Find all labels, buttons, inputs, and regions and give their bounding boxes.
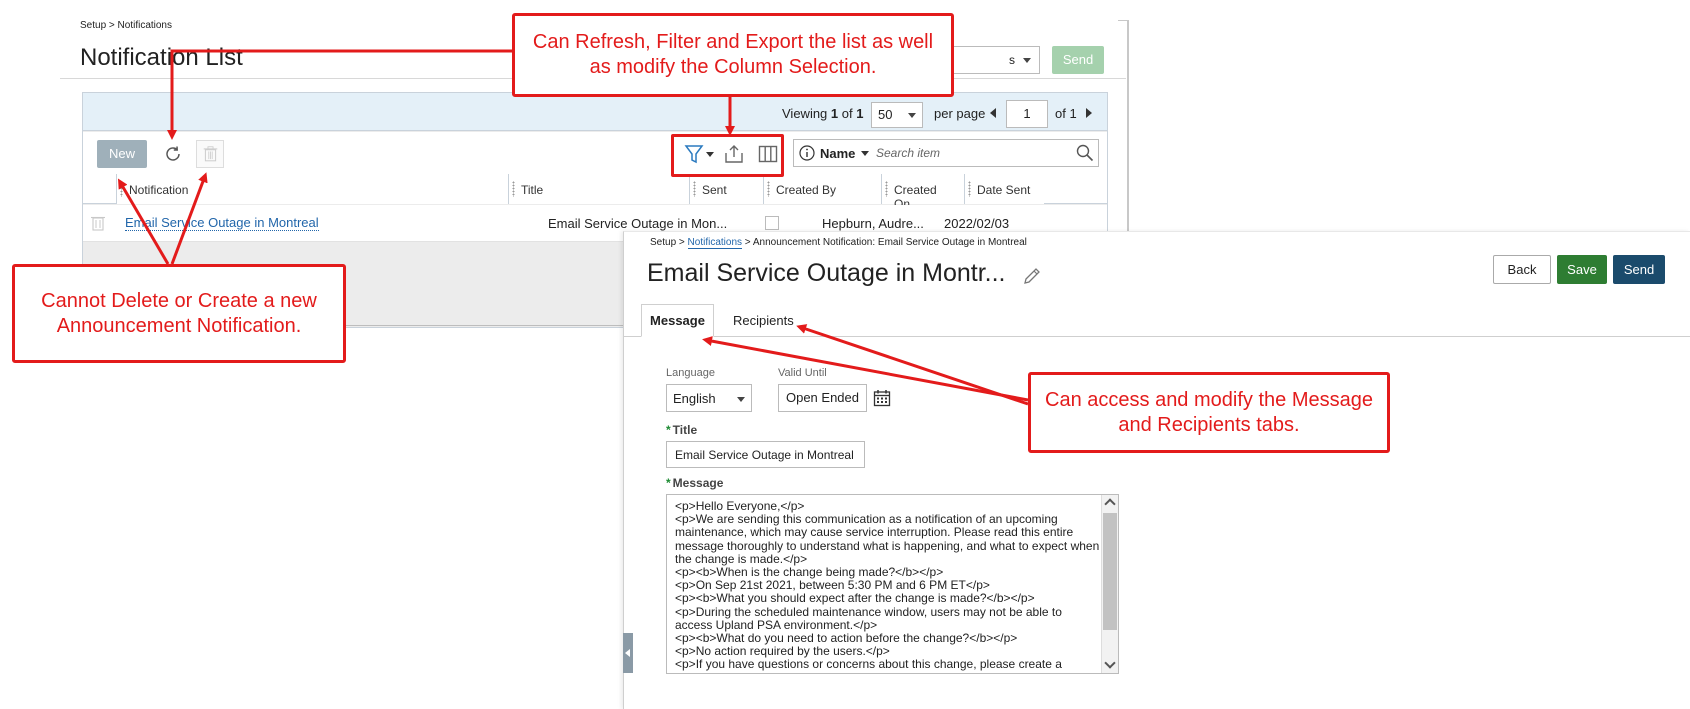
- info-icon[interactable]: [799, 145, 815, 161]
- title-label-text: Title: [672, 423, 698, 437]
- title-input[interactable]: Email Service Outage in Montreal: [666, 441, 865, 468]
- page-title: Email Service Outage in Montr...: [647, 259, 1006, 287]
- breadcrumb-current: > Announcement Notification: Email Servi…: [742, 237, 1027, 248]
- page-number-input[interactable]: 1: [1006, 100, 1048, 128]
- column-header-title[interactable]: Title: [508, 174, 689, 204]
- tab-message[interactable]: Message: [641, 304, 714, 337]
- chevron-up-icon[interactable]: [1104, 498, 1116, 510]
- language-select[interactable]: English: [666, 384, 752, 412]
- column-header-created-on[interactable]: Created On: [881, 174, 964, 211]
- chevron-down-icon: [737, 397, 745, 402]
- breadcrumb: Setup > Notifications > Announcement Not…: [650, 237, 1027, 249]
- send-button[interactable]: Send: [1613, 255, 1665, 284]
- viewing-total: 1: [856, 106, 864, 121]
- breadcrumb: Setup > Notifications: [80, 20, 172, 31]
- column-header-notification[interactable]: Notification: [116, 174, 508, 204]
- pager-viewing: Viewing 1 of 1: [782, 106, 863, 121]
- trash-icon: [203, 146, 218, 162]
- required-marker: *: [666, 476, 671, 490]
- pencil-icon[interactable]: [1022, 266, 1042, 286]
- per-page-label: per page: [934, 106, 986, 121]
- column-header-created-by[interactable]: Created By: [763, 174, 881, 204]
- callout-toolbar-note: Can Refresh, Filter and Export the list …: [512, 13, 954, 97]
- column-header-date-sent[interactable]: Date Sent: [964, 174, 1044, 204]
- breadcrumb-setup: Setup >: [650, 237, 688, 248]
- search-icon[interactable]: [1076, 144, 1094, 162]
- view-select-value: s: [1009, 53, 1015, 67]
- chevron-down-icon: [1023, 58, 1031, 63]
- sent-checkbox: [765, 216, 779, 230]
- row-title-cell: Email Service Outage in Mon...: [548, 216, 728, 231]
- page-size-value: 50: [878, 107, 893, 122]
- message-scrollbar[interactable]: [1101, 495, 1118, 673]
- notification-link[interactable]: Email Service Outage in Montreal: [125, 215, 319, 231]
- chevron-down-icon: [908, 113, 916, 118]
- language-value: English: [673, 391, 716, 406]
- tab-recipients[interactable]: Recipients: [733, 313, 794, 328]
- callout-delete-note: Cannot Delete or Create a new Announceme…: [12, 264, 346, 363]
- page-count-label: of 1: [1055, 106, 1077, 121]
- send-button-disabled[interactable]: Send: [1052, 46, 1104, 74]
- page-size-select[interactable]: 50: [871, 102, 923, 128]
- save-button[interactable]: Save: [1557, 255, 1607, 284]
- trash-icon: [91, 216, 105, 231]
- toolbar-highlight-box: [671, 134, 784, 177]
- message-viewport: <p>Hello Everyone,</p> <p>We are sending…: [667, 495, 1102, 673]
- title-label: * Title: [666, 423, 697, 437]
- page-title: Notification List: [80, 44, 243, 71]
- valid-until-label: Valid Until: [778, 367, 827, 379]
- callout-tabs-note: Can access and modify the Message and Re…: [1028, 372, 1390, 453]
- row-created-on-cell: 2022/02/03: [944, 216, 1010, 231]
- search-input[interactable]: Search item: [876, 146, 940, 160]
- viewing-of: of: [838, 106, 857, 121]
- required-marker: *: [666, 423, 671, 437]
- delete-button-disabled[interactable]: [196, 140, 224, 168]
- language-label: Language: [666, 367, 715, 379]
- view-select[interactable]: s: [940, 46, 1040, 74]
- window-border: [1118, 20, 1129, 21]
- calendar-icon[interactable]: [873, 389, 891, 407]
- collapse-panel-handle[interactable]: [623, 633, 633, 673]
- tabs-divider: [624, 336, 1690, 337]
- message-label-text: Message: [672, 476, 724, 490]
- prev-page-icon[interactable]: [990, 108, 996, 118]
- refresh-icon[interactable]: [163, 144, 183, 164]
- column-header-sent[interactable]: Sent: [689, 174, 763, 204]
- search-field-select[interactable]: Name: [820, 146, 855, 161]
- back-button[interactable]: Back: [1493, 255, 1551, 284]
- chevron-down-icon[interactable]: [1104, 657, 1116, 669]
- new-button[interactable]: New: [97, 140, 147, 168]
- viewing-prefix: Viewing: [782, 106, 831, 121]
- message-textarea[interactable]: <p>Hello Everyone,</p> <p>We are sending…: [666, 494, 1119, 674]
- message-label: * Message: [666, 476, 723, 490]
- message-text: <p>Hello Everyone,</p> <p>We are sending…: [675, 499, 1100, 673]
- next-page-icon[interactable]: [1086, 108, 1092, 118]
- row-created-by-cell: Hepburn, Audre...: [822, 216, 924, 231]
- breadcrumb-notifications-link[interactable]: Notifications: [687, 237, 742, 249]
- scrollbar-thumb[interactable]: [1103, 513, 1117, 630]
- valid-until-field[interactable]: Open Ended: [778, 384, 867, 412]
- window-border: [1127, 20, 1129, 235]
- chevron-down-icon[interactable]: [861, 151, 869, 156]
